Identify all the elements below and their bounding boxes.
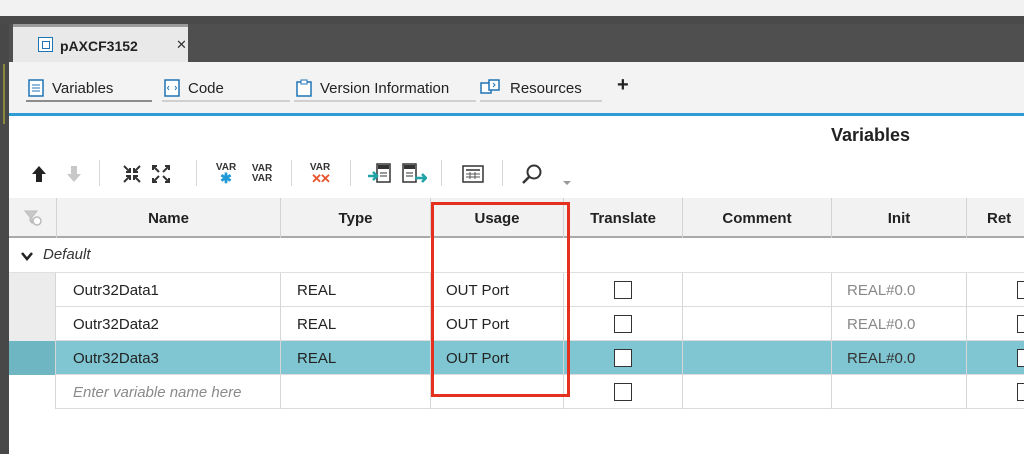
cell-type[interactable] bbox=[281, 375, 431, 409]
cell-type[interactable]: REAL bbox=[281, 307, 431, 341]
cell-type[interactable]: REAL bbox=[281, 273, 431, 307]
cell-init[interactable]: REAL#0.0 bbox=[832, 273, 967, 307]
column-header-usage[interactable]: Usage bbox=[431, 198, 564, 238]
cell-init[interactable]: REAL#0.0 bbox=[832, 307, 967, 341]
translate-checkbox[interactable] bbox=[614, 383, 632, 401]
toolbar-separator bbox=[350, 160, 351, 186]
translate-checkbox[interactable] bbox=[614, 349, 632, 367]
cell-name[interactable]: Outr32Data2 bbox=[57, 307, 281, 341]
new-variable-name-input[interactable]: Enter variable name here bbox=[57, 375, 281, 409]
clipboard-icon bbox=[296, 79, 312, 97]
cell-name[interactable]: Outr32Data3 bbox=[57, 341, 281, 375]
delete-variable-icon[interactable]: VAR ✕✕ bbox=[305, 160, 335, 188]
retain-checkbox[interactable] bbox=[1017, 383, 1024, 401]
csv-import-icon[interactable] bbox=[366, 160, 394, 188]
cell-retain bbox=[967, 341, 1024, 375]
cell-init[interactable]: REAL#0.0 bbox=[832, 341, 967, 375]
column-header-name[interactable]: Name bbox=[57, 198, 281, 238]
cell-usage[interactable]: OUT Port bbox=[431, 273, 564, 307]
retain-checkbox[interactable] bbox=[1017, 349, 1024, 367]
add-variable-icon[interactable]: VAR ✱ bbox=[212, 160, 240, 188]
cell-translate bbox=[564, 375, 683, 409]
translate-checkbox[interactable] bbox=[614, 315, 632, 333]
editor-subtabs: Variables Code Version Information Resou… bbox=[9, 62, 1024, 113]
column-header-type[interactable]: Type bbox=[281, 198, 431, 238]
move-down-icon[interactable] bbox=[62, 160, 86, 188]
tab-code-label: Code bbox=[188, 79, 224, 97]
document-tab-title: pAXCF3152 bbox=[60, 38, 138, 54]
device-icon bbox=[38, 37, 53, 52]
toolbar-separator bbox=[441, 160, 442, 186]
search-icon[interactable] bbox=[519, 160, 545, 188]
var-text: VAR bbox=[251, 173, 273, 184]
cell-init[interactable] bbox=[832, 375, 967, 409]
left-dock-edge bbox=[0, 24, 9, 454]
move-up-icon[interactable] bbox=[27, 160, 51, 188]
tab-variables[interactable]: Variables bbox=[26, 74, 152, 102]
delete-x-icon: ✕✕ bbox=[311, 171, 331, 186]
cell-retain bbox=[967, 307, 1024, 341]
row-header[interactable] bbox=[9, 341, 56, 375]
tab-resources-label: Resources bbox=[510, 79, 582, 97]
column-header-retain[interactable]: Ret bbox=[967, 198, 1024, 238]
cell-retain bbox=[967, 273, 1024, 307]
cell-usage[interactable] bbox=[431, 375, 564, 409]
toolbar-separator bbox=[291, 160, 292, 186]
tab-code[interactable]: Code bbox=[162, 74, 290, 102]
close-icon[interactable]: ✕ bbox=[176, 37, 187, 53]
translate-checkbox[interactable] bbox=[614, 281, 632, 299]
column-header-init[interactable]: Init bbox=[832, 198, 967, 238]
table-row-new[interactable]: Enter variable name here bbox=[9, 375, 1024, 409]
retain-checkbox[interactable] bbox=[1017, 315, 1024, 333]
table-icon bbox=[28, 79, 44, 97]
tab-version-information[interactable]: Version Information bbox=[294, 74, 476, 102]
toolbar-separator bbox=[502, 160, 503, 186]
cell-retain bbox=[967, 375, 1024, 409]
add-tab-button[interactable]: + bbox=[617, 74, 629, 97]
expand-all-icon[interactable] bbox=[148, 160, 174, 188]
asterisk-icon: ✱ bbox=[220, 170, 232, 186]
collapse-all-icon[interactable] bbox=[119, 160, 145, 188]
chevron-down-icon[interactable] bbox=[561, 178, 573, 188]
column-settings-icon[interactable] bbox=[459, 160, 487, 188]
toolbar-separator bbox=[99, 160, 100, 186]
row-header bbox=[9, 375, 56, 409]
panel-title: Variables bbox=[831, 125, 911, 145]
row-header[interactable] bbox=[9, 307, 56, 341]
cell-comment[interactable] bbox=[683, 341, 832, 375]
csv-export-icon[interactable] bbox=[400, 160, 428, 188]
row-header[interactable] bbox=[9, 273, 56, 307]
column-header-translate[interactable]: Translate bbox=[564, 198, 683, 238]
cell-comment[interactable] bbox=[683, 375, 832, 409]
tab-resources[interactable]: Resources bbox=[480, 74, 602, 102]
cell-type[interactable]: REAL bbox=[281, 341, 431, 375]
table-row-selected[interactable]: Outr32Data3 REAL OUT Port REAL#0.0 bbox=[9, 341, 1024, 375]
tab-variables-label: Variables bbox=[52, 79, 114, 97]
cell-comment[interactable] bbox=[683, 307, 832, 341]
column-header-comment[interactable]: Comment bbox=[683, 198, 832, 238]
window-frame bbox=[0, 16, 1024, 24]
resources-icon bbox=[480, 79, 502, 97]
toolbar-separator bbox=[196, 160, 197, 186]
filter-icon[interactable] bbox=[9, 198, 57, 238]
retain-checkbox[interactable] bbox=[1017, 281, 1024, 299]
cell-usage[interactable]: OUT Port bbox=[431, 307, 564, 341]
cell-comment[interactable] bbox=[683, 273, 832, 307]
cell-name[interactable]: Outr32Data1 bbox=[57, 273, 281, 307]
cell-translate bbox=[564, 341, 683, 375]
cell-translate bbox=[564, 273, 683, 307]
chevron-down-icon[interactable] bbox=[21, 249, 33, 263]
group-label: Default bbox=[43, 246, 91, 263]
table-row[interactable]: Outr32Data2 REAL OUT Port REAL#0.0 bbox=[9, 307, 1024, 341]
cell-usage[interactable]: OUT Port bbox=[431, 341, 564, 375]
table-row[interactable]: Outr32Data1 REAL OUT Port REAL#0.0 bbox=[9, 273, 1024, 307]
tab-version-information-label: Version Information bbox=[320, 79, 450, 97]
top-strip bbox=[0, 0, 1024, 16]
add-struct-variable-icon[interactable]: VAR VAR bbox=[247, 160, 277, 188]
code-icon bbox=[164, 79, 180, 97]
group-row-default[interactable] bbox=[9, 240, 1024, 273]
cell-translate bbox=[564, 307, 683, 341]
document-tab[interactable]: pAXCF3152 ✕ bbox=[13, 24, 188, 62]
